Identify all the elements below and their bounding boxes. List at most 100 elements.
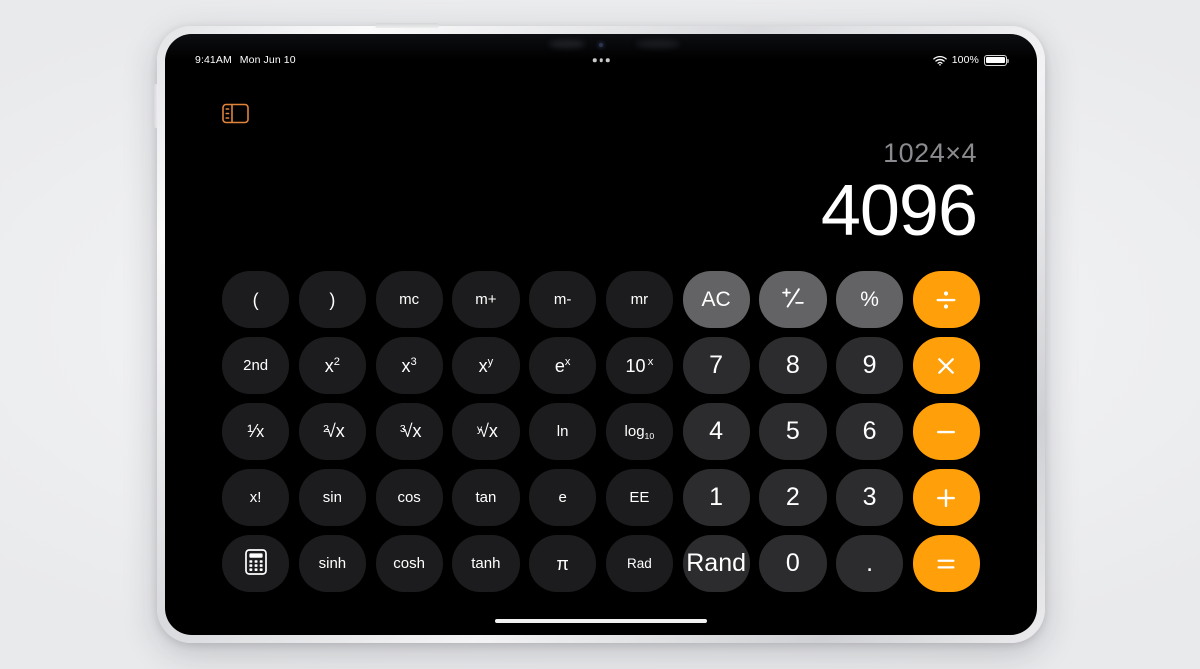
key-label: . [866,549,874,577]
battery-full-icon [984,54,1009,66]
key-label: x3 [401,355,417,376]
equals-icon [933,551,959,577]
key-memory-minus[interactable]: m- [529,271,597,328]
key-open-paren[interactable]: ( [222,271,290,328]
key-x-cubed[interactable]: x3 [375,337,443,394]
key-label: 9 [862,351,877,379]
key-divide[interactable] [912,271,980,328]
key-label: 4 [709,417,724,445]
key-percent[interactable]: % [836,271,904,328]
key-digit-8[interactable]: 8 [759,337,827,394]
device-volume-button[interactable] [154,84,158,128]
key-e-power-x[interactable]: ex [529,337,597,394]
key-digit-4[interactable]: 4 [682,403,750,460]
key-hyperbolic-tangent[interactable]: tanh [452,535,520,592]
key-subtract[interactable] [912,403,980,460]
key-label: ) [329,289,336,310]
key-label: 5 [785,417,800,445]
key-label: Rad [626,555,652,571]
camera-glow-right [635,40,680,48]
key-label: x! [249,489,262,506]
camera-glow-left [548,40,585,48]
key-hyperbolic-cosine[interactable]: cosh [375,535,443,592]
key-memory-recall[interactable]: mr [605,271,673,328]
key-label: cos [397,489,421,506]
key-digit-5[interactable]: 5 [759,403,827,460]
key-tangent[interactable]: tan [452,469,520,526]
key-digit-6[interactable]: 6 [836,403,904,460]
battery-percent-label: 100% [951,54,979,66]
key-label: 10 x [625,355,654,376]
key-label: 3 √x [399,421,422,442]
key-label: 1 [709,483,724,511]
key-label: 8 [785,351,800,379]
home-indicator[interactable] [495,618,707,623]
key-decimal-point[interactable]: . [836,535,904,592]
key-digit-1[interactable]: 1 [682,469,750,526]
key-cube-root[interactable]: 3 √x [375,403,443,460]
key-label: 6 [862,417,877,445]
calculator-display: 1024×4 4096 [821,138,978,250]
key-label: mc [399,291,420,308]
key-radians[interactable]: Rad [605,535,673,592]
key-x-squared[interactable]: x2 [298,337,366,394]
key-all-clear[interactable]: AC [682,271,750,328]
sidebar-history-icon[interactable] [222,103,249,124]
front-camera-icon [599,43,603,47]
key-hyperbolic-sine[interactable]: sinh [298,535,366,592]
key-label: e [558,489,567,506]
key-sine[interactable]: sin [298,469,366,526]
key-second[interactable]: 2nd [222,337,290,394]
key-digit-3[interactable]: 3 [836,469,904,526]
key-ten-power-x[interactable]: 10 x [605,337,673,394]
key-pi[interactable]: π [529,535,597,592]
key-label: 7 [709,351,724,379]
plus-minus-icon [780,287,806,313]
key-label: sinh [318,555,347,572]
key-factorial[interactable]: x! [222,469,290,526]
key-label: 2nd [243,357,269,374]
key-x-power-y[interactable]: xy [452,337,520,394]
key-label: log10 [624,423,655,441]
key-log-base-10[interactable]: log10 [605,403,673,460]
key-plus-minus[interactable] [759,271,827,328]
key-equals[interactable] [912,535,980,592]
key-memory-clear[interactable]: mc [375,271,443,328]
subtract-icon [933,419,959,445]
key-label: π [556,553,569,574]
key-label: AC [701,288,731,311]
key-reciprocal[interactable]: ¹⁄x [222,403,290,460]
key-memory-plus[interactable]: m+ [452,271,520,328]
key-label: cosh [393,555,425,572]
key-label: ln [556,423,569,440]
status-bar-left: 9:41AM Mon Jun 10 [195,54,296,66]
multitask-dots-icon[interactable] [592,58,610,62]
key-euler-e[interactable]: e [529,469,597,526]
key-random[interactable]: Rand [682,535,750,592]
key-y-root-x[interactable]: y √x [452,403,520,460]
key-multiply[interactable] [912,337,980,394]
ipad-device: 9:41AM Mon Jun 10 100% 1024×4 4096 () m… [154,23,1045,643]
key-natural-log[interactable]: ln [529,403,597,460]
device-power-button[interactable] [375,23,439,28]
key-digit-9[interactable]: 9 [836,337,904,394]
key-label: xy [478,355,494,376]
key-label: tan [475,489,497,506]
key-add[interactable] [912,469,980,526]
key-label: 0 [785,549,800,577]
calculator-icon [244,549,267,578]
key-digit-7[interactable]: 7 [682,337,750,394]
key-label: ex [554,355,571,376]
key-square-root[interactable]: 2 √x [298,403,366,460]
key-close-paren[interactable]: ) [298,271,366,328]
key-digit-0[interactable]: 0 [759,535,827,592]
calculator-keypad: () mc m+ m-mr AC% 2nd x2 x3 xy ex 10 x 7 8 9 ¹⁄x 2 √x 3 √x… [222,271,980,592]
key-exponent-ee[interactable]: EE [605,469,673,526]
key-basic-calculator[interactable] [222,535,290,592]
key-label: x2 [324,355,340,376]
key-label: mr [630,291,649,308]
key-cosine[interactable]: cos [375,469,443,526]
key-label: Rand [686,549,746,577]
key-digit-2[interactable]: 2 [759,469,827,526]
display-expression: 1024×4 [883,138,977,168]
